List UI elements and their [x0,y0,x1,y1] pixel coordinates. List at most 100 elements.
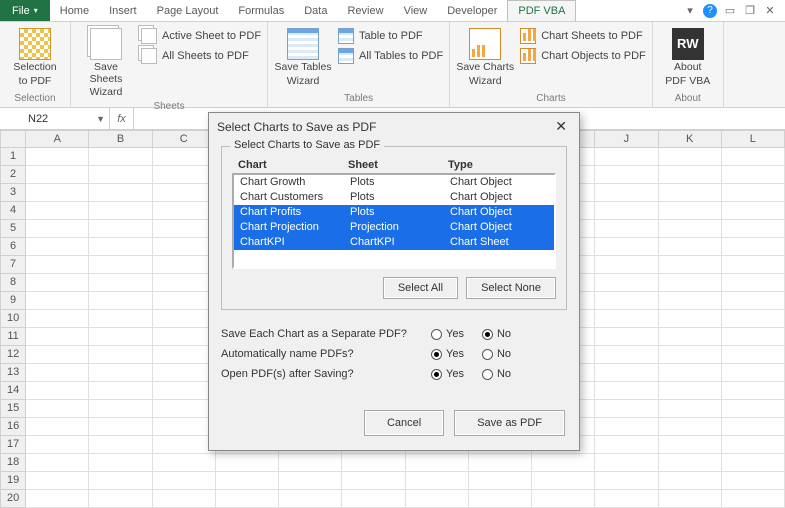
cell[interactable] [659,166,722,184]
cell[interactable] [595,454,658,472]
cell[interactable] [153,292,216,310]
cell[interactable] [26,220,89,238]
cell[interactable] [26,166,89,184]
cell[interactable] [89,364,152,382]
cell[interactable] [659,400,722,418]
col-header[interactable]: L [722,130,785,148]
cell[interactable] [89,166,152,184]
cell[interactable] [342,472,405,490]
cell[interactable] [595,490,658,508]
cell[interactable] [532,490,595,508]
cell[interactable] [26,346,89,364]
cell[interactable] [595,238,658,256]
cell[interactable] [26,238,89,256]
cell[interactable] [595,328,658,346]
cell[interactable] [153,256,216,274]
cell[interactable] [153,148,216,166]
cell[interactable] [469,472,532,490]
cell[interactable] [659,454,722,472]
row-header[interactable]: 7 [0,256,26,274]
row-header[interactable]: 8 [0,274,26,292]
cell[interactable] [26,436,89,454]
cell[interactable] [26,148,89,166]
cell[interactable] [659,472,722,490]
cell[interactable] [469,454,532,472]
list-item[interactable]: Chart ProfitsPlotsChart Object [234,205,554,220]
cell[interactable] [659,418,722,436]
cell[interactable] [153,490,216,508]
cell[interactable] [595,202,658,220]
cell[interactable] [659,274,722,292]
dropdown-icon[interactable]: ▾ [683,4,697,18]
cell[interactable] [659,382,722,400]
cell[interactable] [153,184,216,202]
row-header[interactable]: 9 [0,292,26,310]
cell[interactable] [722,238,785,256]
cell[interactable] [722,418,785,436]
radio-no[interactable]: No [482,348,511,360]
cell[interactable] [722,148,785,166]
save-sheets-wizard[interactable]: Save SheetsWizard [77,26,135,99]
cell[interactable] [595,436,658,454]
row-header[interactable]: 13 [0,364,26,382]
cell[interactable] [153,220,216,238]
save-tables-wizard[interactable]: Save TablesWizard [274,26,332,91]
cell[interactable] [722,292,785,310]
cell[interactable] [722,202,785,220]
cell[interactable] [722,454,785,472]
table-to-pdf[interactable]: Table to PDF [338,28,443,44]
row-header[interactable]: 16 [0,418,26,436]
cell[interactable] [153,382,216,400]
cell[interactable] [153,238,216,256]
cell[interactable] [659,328,722,346]
chart-listbox[interactable]: Chart GrowthPlotsChart ObjectChart Custo… [232,173,556,269]
cell[interactable] [722,400,785,418]
cell[interactable] [469,490,532,508]
tab-developer[interactable]: Developer [437,0,507,21]
cell[interactable] [89,292,152,310]
cell[interactable] [153,418,216,436]
cell[interactable] [722,310,785,328]
restore-icon[interactable]: ❐ [743,4,757,18]
tab-page-layout[interactable]: Page Layout [147,0,229,21]
cell[interactable] [26,382,89,400]
cell[interactable] [26,310,89,328]
cell[interactable] [722,436,785,454]
cell[interactable] [26,472,89,490]
cell[interactable] [216,472,279,490]
cell[interactable] [722,490,785,508]
cell[interactable] [595,400,658,418]
save-charts-wizard[interactable]: Save ChartsWizard [456,26,514,91]
cell[interactable] [342,490,405,508]
selection-to-pdf[interactable]: Selectionto PDF [6,26,64,91]
cell[interactable] [26,490,89,508]
cell[interactable] [26,364,89,382]
cell[interactable] [722,274,785,292]
radio-yes[interactable]: Yes [431,368,464,380]
chevron-down-icon[interactable]: ▼ [96,114,105,124]
select-all-corner[interactable] [0,130,26,148]
row-header[interactable]: 20 [0,490,26,508]
cell[interactable] [659,184,722,202]
cell[interactable] [722,184,785,202]
cell[interactable] [659,364,722,382]
cell[interactable] [89,274,152,292]
cell[interactable] [153,328,216,346]
cell[interactable] [89,328,152,346]
save-as-pdf-button[interactable]: Save as PDF [454,410,565,436]
tab-pdf-vba[interactable]: PDF VBA [507,0,576,21]
list-item[interactable]: Chart CustomersPlotsChart Object [234,190,554,205]
cell[interactable] [216,454,279,472]
close-icon[interactable]: ✕ [551,118,571,135]
cell[interactable] [279,472,342,490]
cell[interactable] [89,148,152,166]
cell[interactable] [722,472,785,490]
chart-sheets-to-pdf[interactable]: Chart Sheets to PDF [520,28,646,44]
cell[interactable] [26,292,89,310]
tab-formulas[interactable]: Formulas [228,0,294,21]
row-header[interactable]: 12 [0,346,26,364]
cell[interactable] [595,310,658,328]
cell[interactable] [595,292,658,310]
cell[interactable] [659,490,722,508]
cell[interactable] [659,436,722,454]
